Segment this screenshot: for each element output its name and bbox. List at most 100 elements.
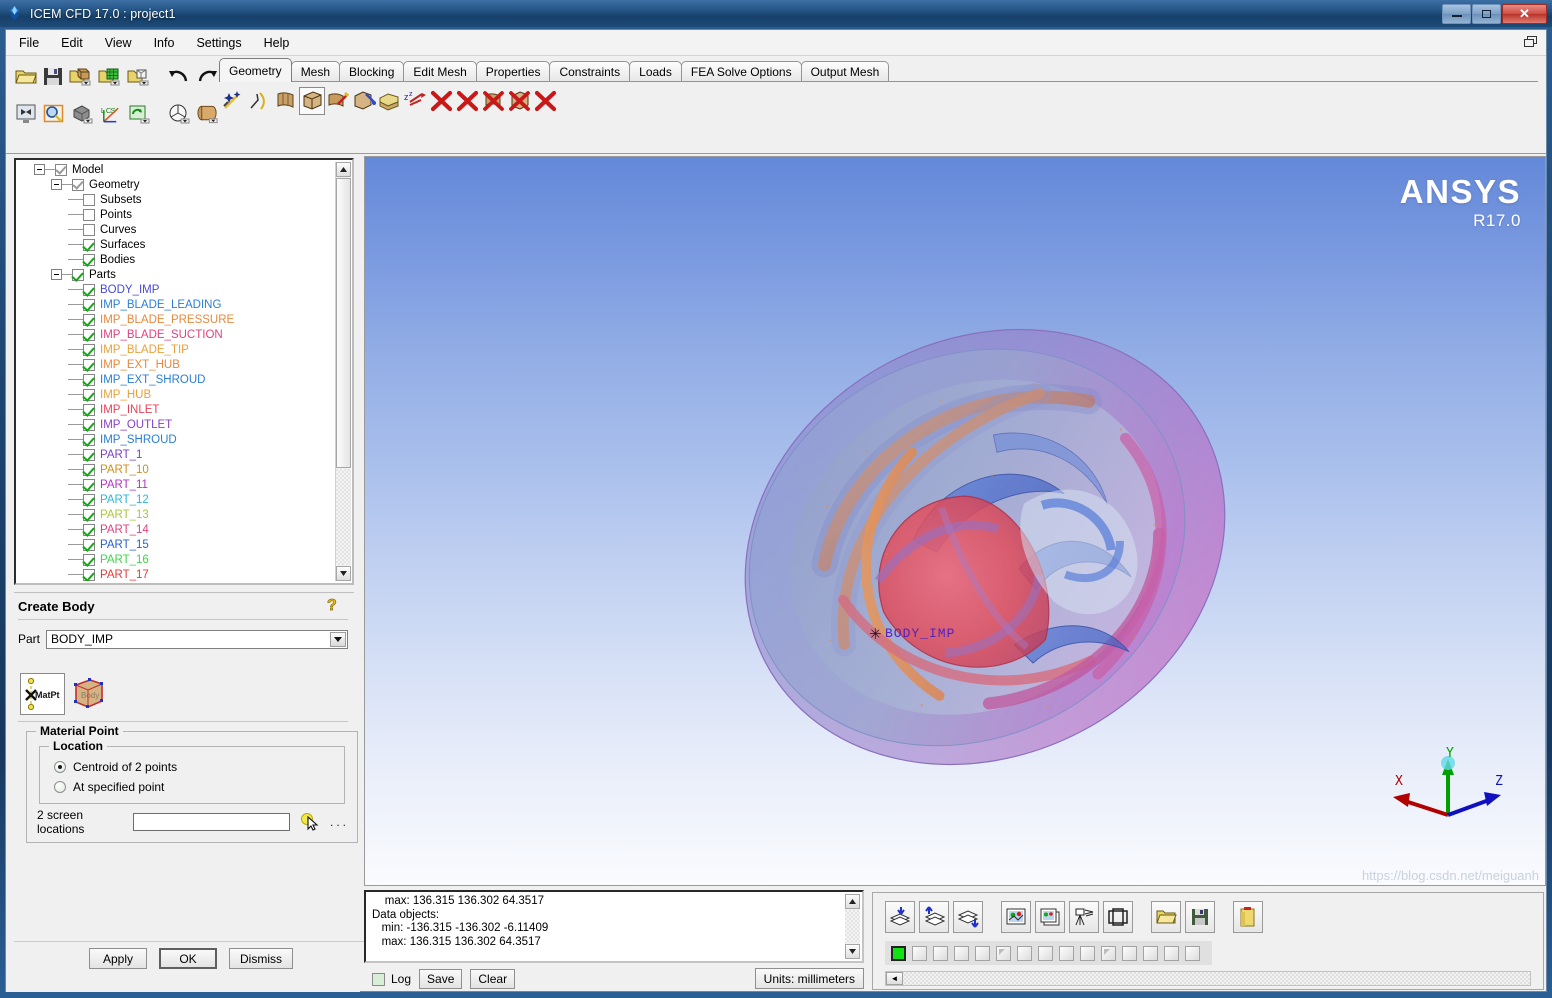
open-view-icon[interactable] [1151,901,1181,933]
tab-blocking[interactable]: Blocking [339,61,405,82]
checkbox-part[interactable] [83,298,95,311]
checkbox-part[interactable] [83,358,95,371]
repair-geometry-icon[interactable] [325,87,351,115]
delete-body-icon[interactable] [507,87,533,115]
create-body-icon[interactable] [299,87,325,115]
minimize-button[interactable] [1442,3,1471,24]
tree-item-model[interactable]: Model [18,162,334,177]
layer-checkbox[interactable] [975,945,990,961]
save-view-icon[interactable] [1185,901,1215,933]
more-options-button[interactable]: ... [330,815,349,829]
expander-model[interactable] [34,164,45,175]
graphics-viewport[interactable]: ANSYS R17.0 ✳ BODY_IMP X Y Z https://blo… [364,156,1546,886]
menu-settings[interactable]: Settings [187,33,250,53]
create-curve-icon[interactable] [247,87,273,115]
checkbox-part[interactable] [83,448,95,461]
checkbox-part[interactable] [83,463,95,476]
tree-scroll-track[interactable] [336,469,351,565]
message-scroll-up-button[interactable] [845,894,860,909]
tree-scroll-up-button[interactable] [336,162,351,177]
tree-item-part[interactable]: PART_15 [18,537,334,552]
save-icon[interactable] [42,64,64,89]
message-scroll-down-button[interactable] [845,944,860,959]
notes-icon[interactable] [1233,901,1263,933]
tab-mesh[interactable]: Mesh [290,61,341,82]
tree-item-part[interactable]: IMP_OUTLET [18,417,334,432]
menu-help[interactable]: Help [255,33,299,53]
tree-item-part[interactable]: IMP_EXT_HUB [18,357,334,372]
tree-item-part[interactable]: IMP_BLADE_LEADING [18,297,334,312]
add-to-layer-icon[interactable] [885,901,915,933]
measure-icon[interactable] [70,102,94,127]
tree-item-part[interactable]: PART_10 [18,462,334,477]
tab-loads[interactable]: Loads [629,61,682,82]
save-log-button[interactable]: Save [419,969,463,989]
checkbox-part[interactable] [83,433,95,446]
layer-scroll-left-button[interactable]: ◄ [886,972,903,985]
layer-checkbox[interactable] [1017,945,1032,961]
frame-view-icon[interactable] [1103,901,1133,933]
open-folder-icon[interactable] [14,64,38,89]
checkbox-part[interactable] [83,478,95,491]
menu-edit[interactable]: Edit [52,33,92,53]
tree-item-part[interactable]: IMP_BLADE_SUCTION [18,327,334,342]
layer-scrollbar[interactable]: ◄ [885,971,1531,986]
checkbox-model[interactable] [55,163,67,176]
tree-item-parts[interactable]: Parts [18,267,334,282]
tree-item-part[interactable]: PART_1 [18,447,334,462]
layer-checkbox[interactable] [933,945,948,961]
radio-specified-indicator[interactable] [54,781,66,793]
message-log[interactable]: max: 136.315 136.302 64.3517 Data object… [364,890,864,963]
tab-edit-mesh[interactable]: Edit Mesh [403,61,477,82]
tree-item-bodies[interactable]: Bodies [18,252,334,267]
body-from-surfaces-icon[interactable]: Body [65,673,110,715]
menu-info[interactable]: Info [145,33,184,53]
checkbox-surfaces[interactable] [83,238,95,251]
display-multiple-icon[interactable] [1035,901,1065,933]
delete-any-icon[interactable] [533,87,559,115]
checkbox-part[interactable] [83,553,95,566]
local-coord-system-icon[interactable]: L C S [98,102,123,127]
radio-at-specified-point[interactable]: At specified point [54,777,344,797]
tree-item-subsets[interactable]: Subsets [18,192,334,207]
checkbox-part[interactable] [83,313,95,326]
log-checkbox[interactable] [372,972,385,986]
cut-plane-icon[interactable] [167,102,191,127]
tree-scroll-down-button[interactable] [336,566,351,581]
layer-checkbox[interactable] [891,945,906,961]
tree-scrollbar[interactable] [335,162,351,581]
tree-item-part[interactable]: IMP_SHROUD [18,432,334,447]
checkbox-part[interactable] [83,538,95,551]
open-blocking-icon[interactable] [126,64,151,89]
mdi-restore-icon[interactable] [1522,34,1540,50]
layer-checkbox[interactable] [1059,945,1074,961]
fit-window-icon[interactable] [14,102,38,127]
message-scroll-track[interactable] [845,910,860,943]
tab-constraints[interactable]: Constraints [549,61,631,82]
undo-icon[interactable] [167,64,191,89]
checkbox-curves[interactable] [83,223,95,236]
menu-file[interactable]: File [10,33,48,53]
checkbox-part[interactable] [83,403,95,416]
checkbox-part[interactable] [83,508,95,521]
ok-button[interactable]: OK [159,948,217,969]
tree-item-surfaces[interactable]: Surfaces [18,237,334,252]
radio-centroid-indicator[interactable] [54,761,66,773]
checkbox-part[interactable] [83,328,95,341]
display-single-icon[interactable] [1001,901,1031,933]
tree-item-part[interactable]: IMP_HUB [18,387,334,402]
checkbox-part[interactable] [83,523,95,536]
help-question-icon[interactable]: ? [324,595,344,617]
tree-item-part[interactable]: IMP_EXT_SHROUD [18,372,334,387]
tree-item-part[interactable]: PART_17 [18,567,334,581]
checkbox-geometry[interactable] [72,178,84,191]
open-mesh-icon[interactable] [97,64,122,89]
chevron-down-icon[interactable] [330,631,346,647]
expander-geometry[interactable] [51,179,62,190]
tree-item-part[interactable]: PART_14 [18,522,334,537]
create-point-icon[interactable] [221,87,247,115]
checkbox-part[interactable] [83,493,95,506]
delete-point-icon[interactable] [429,87,455,115]
material-point-icon[interactable]: MatPt [20,673,65,715]
checkbox-bodies[interactable] [83,253,95,266]
